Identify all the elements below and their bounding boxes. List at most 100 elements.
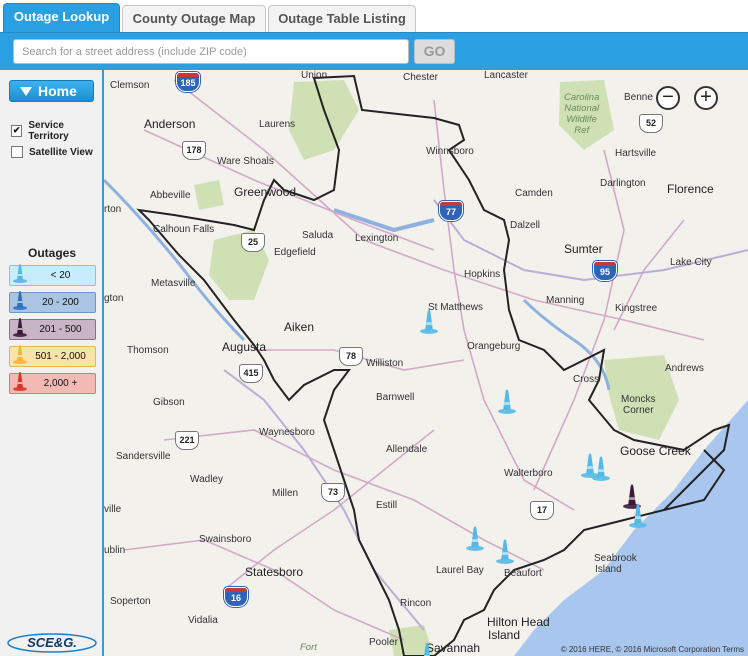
place-label: Abbeville xyxy=(150,190,191,201)
legend-label: 2,000 + xyxy=(43,378,78,389)
route-shield: 221 xyxy=(175,431,199,450)
legend-label: 501 - 2,000 xyxy=(35,351,86,362)
outage-marker-icon[interactable] xyxy=(592,455,610,486)
place-label: Estill xyxy=(376,500,398,511)
place-label: Kingstree xyxy=(615,303,658,314)
outage-marker-icon[interactable] xyxy=(498,388,516,419)
place-label: Barnwell xyxy=(376,392,415,403)
sceg-logo: SCE&G. xyxy=(7,633,97,653)
place-label: Hartsville xyxy=(615,148,657,159)
place-label: rton xyxy=(104,204,122,215)
place-label: Williston xyxy=(366,358,404,369)
place-label: Calhoun Falls xyxy=(153,224,215,235)
legend-item: 501 - 2,000 xyxy=(9,345,96,367)
interstate-shield: 95 xyxy=(593,261,617,281)
home-button[interactable]: Home xyxy=(9,80,94,102)
outage-marker-icon[interactable] xyxy=(629,502,647,533)
place-label: Dalzell xyxy=(510,220,541,231)
outage-cone-icon xyxy=(13,289,27,319)
zoom-out-button[interactable]: − xyxy=(656,86,680,110)
legend-item: 20 - 200 xyxy=(9,291,96,313)
route-shield: 73 xyxy=(321,483,345,502)
checkbox-checked-icon[interactable]: ✔ xyxy=(11,125,23,137)
place-label: Cross xyxy=(573,374,600,385)
place-label: Manning xyxy=(546,295,585,306)
map-attribution: © 2016 HERE, © 2016 Microsoft Corporatio… xyxy=(560,645,744,654)
place-label: Greenwood xyxy=(234,185,297,199)
outage-map[interactable]: Clemson Union Chester Lancaster Anderson Laur… xyxy=(104,70,748,656)
legend-item: 201 - 500 xyxy=(9,318,96,340)
place-label: Darlington xyxy=(600,178,646,189)
logo-text: SCE&G. xyxy=(27,635,77,650)
place-label: Lake City xyxy=(670,257,712,268)
place-label: Statesboro xyxy=(245,565,304,579)
place-label: Allendale xyxy=(386,444,428,455)
interstate-shield: 185 xyxy=(176,72,200,92)
place-label: ville xyxy=(104,504,122,515)
checkbox-empty-icon[interactable] xyxy=(11,146,23,158)
zoom-in-button[interactable]: + xyxy=(694,86,718,110)
place-label: Aiken xyxy=(284,320,315,334)
tab-outage-lookup[interactable]: Outage Lookup xyxy=(3,3,120,32)
satellite-view-label: Satellite View xyxy=(29,146,93,158)
place-label: Seabrook xyxy=(594,553,637,564)
place-label: Hilton Head xyxy=(487,615,550,629)
place-label: Corner xyxy=(623,405,654,416)
place-label: Laurel Bay xyxy=(436,565,484,576)
place-label: Gibson xyxy=(153,397,185,408)
address-search-input[interactable] xyxy=(13,39,409,64)
satellite-view-checkbox[interactable]: Satellite View xyxy=(11,146,93,158)
place-label: Waynesboro xyxy=(259,427,315,438)
outage-cone-icon xyxy=(13,316,27,346)
sidebar: Home ✔ Service Territory Satellite View … xyxy=(0,70,104,656)
place-label: Orangeburg xyxy=(467,341,521,352)
go-button[interactable]: GO xyxy=(414,39,455,64)
place-label: Laurens xyxy=(259,119,296,130)
interstate-shield: 77 xyxy=(439,201,463,221)
place-label: ublin xyxy=(104,545,126,556)
route-shield: 178 xyxy=(182,141,206,160)
place-label: Lancaster xyxy=(484,70,528,81)
place-label: Vidalia xyxy=(188,615,218,626)
place-label: Wadley xyxy=(190,474,223,485)
place-label: Moncks xyxy=(621,394,656,405)
route-shield: 25 xyxy=(241,233,265,252)
place-label: Edgefield xyxy=(274,247,316,258)
legend-label: 20 - 200 xyxy=(42,297,79,308)
place-label: Winnsboro xyxy=(426,146,474,157)
route-shield: 78 xyxy=(339,347,363,366)
place-label: Fort xyxy=(300,642,317,653)
place-label: Carolina National Wildlife Ref xyxy=(564,92,600,136)
tab-county-outage-map[interactable]: County Outage Map xyxy=(122,5,266,32)
outage-cone-icon xyxy=(13,262,27,292)
place-label: Soperton xyxy=(110,596,151,607)
place-label: gton xyxy=(104,293,124,304)
legend-item: < 20 xyxy=(9,264,96,286)
place-label: Anderson xyxy=(144,117,196,131)
outage-marker-icon[interactable] xyxy=(420,308,438,339)
legend-label: 201 - 500 xyxy=(39,324,82,335)
place-label: Beaufort xyxy=(504,568,542,579)
place-label: Rincon xyxy=(400,598,432,609)
place-label: Metasville xyxy=(151,278,196,289)
place-label: Camden xyxy=(515,188,553,199)
route-shield: 52 xyxy=(639,114,663,133)
home-arrow-icon xyxy=(20,87,32,96)
place-label: Hopkins xyxy=(464,269,501,280)
route-shield: 17 xyxy=(530,501,554,520)
outage-cone-icon xyxy=(13,370,27,400)
place-label: Lexington xyxy=(355,233,399,244)
place-label: Union xyxy=(301,70,328,81)
place-label: Goose Creek xyxy=(620,444,691,458)
outage-marker-icon[interactable] xyxy=(496,538,514,569)
place-label: Saluda xyxy=(302,230,334,241)
place-label: Island xyxy=(488,628,521,642)
outage-marker-icon[interactable] xyxy=(418,641,436,656)
place-label: Millen xyxy=(272,488,299,499)
outage-marker-icon[interactable] xyxy=(466,525,484,556)
home-label: Home xyxy=(38,83,77,99)
service-territory-checkbox[interactable]: ✔ Service Territory xyxy=(11,120,102,142)
tab-outage-table-listing[interactable]: Outage Table Listing xyxy=(268,5,416,32)
outage-cone-icon xyxy=(13,343,27,373)
place-label: Sumter xyxy=(564,242,603,256)
